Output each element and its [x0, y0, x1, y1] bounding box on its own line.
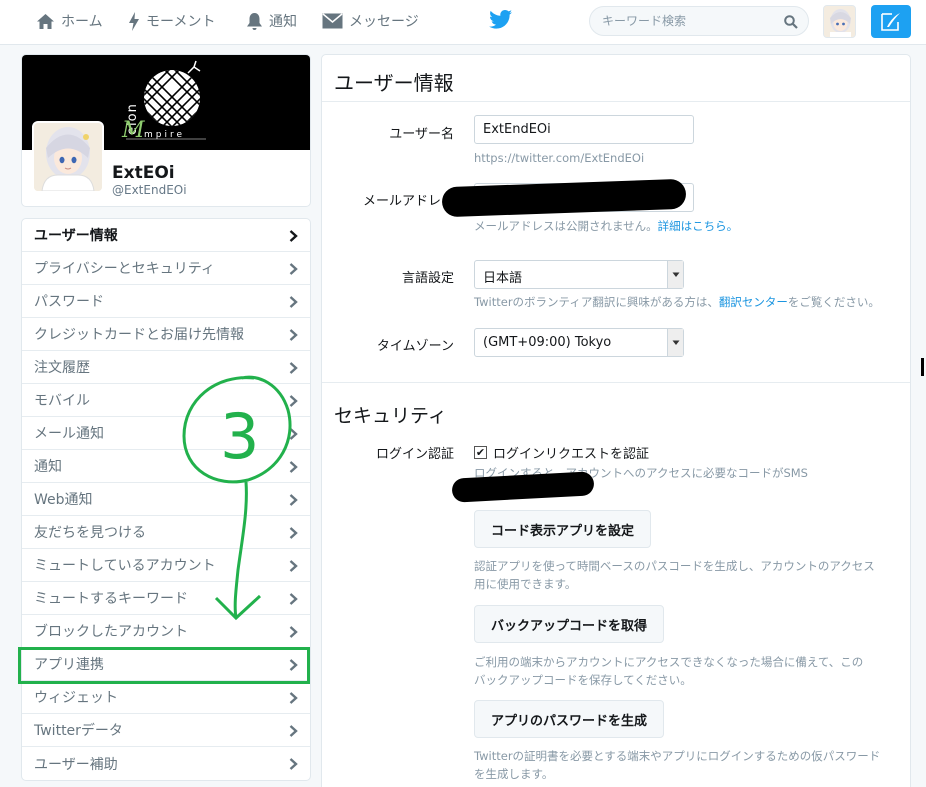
email-details-link[interactable]: 詳細はこちら。 — [658, 219, 739, 233]
divider — [322, 382, 910, 383]
language-hint: Twitterのボランティア翻訳に興味がある方は、翻訳センターをご覧ください。 — [474, 295, 880, 309]
timezone-label: タイムゾーン — [376, 339, 454, 354]
settings-menu-item-label: ブロックしたアカウント — [34, 624, 188, 640]
settings-menu-item-label: モバイル — [34, 393, 90, 409]
login-verification-checkbox[interactable]: ✔ ログインリクエストを認証 — [474, 443, 649, 462]
get-backup-code-button[interactable]: バックアップコードを取得 — [474, 605, 665, 643]
chevron-right-icon — [289, 626, 298, 638]
nav-home[interactable]: ホーム — [36, 0, 103, 42]
twitter-bird-logo-icon[interactable] — [489, 9, 513, 31]
setup-code-app-button[interactable]: コード表示アプリを設定 — [474, 510, 652, 548]
profile-url-hint: https://twitter.com/ExtEndEOi — [474, 151, 645, 165]
nav-moments[interactable]: モーメント — [128, 0, 215, 42]
nav-messages[interactable]: メッセージ — [322, 0, 419, 42]
settings-menu-item-label: ユーザー補助 — [34, 756, 118, 773]
svg-text:mpire: mpire — [144, 130, 185, 140]
settings-menu-item-label: メール通知 — [34, 426, 104, 442]
profile-handle[interactable]: @ExtEndEOi — [112, 183, 187, 197]
login-verification-checkbox-label: ログインリクエストを認証 — [493, 447, 650, 462]
settings-menu-item-label: プライバシーとセキュリティ — [34, 261, 215, 277]
settings-menu-item-label: ウィジェット — [34, 690, 118, 706]
bell-icon — [247, 12, 262, 30]
envelope-icon — [322, 13, 343, 29]
language-select-value: 日本語 — [483, 271, 523, 286]
profile-avatar[interactable] — [32, 121, 104, 193]
compose-tweet-button[interactable] — [871, 5, 911, 38]
settings-menu-item-label: Twitterデータ — [34, 723, 123, 739]
chevron-right-icon — [289, 296, 298, 308]
language-select[interactable]: 日本語 — [474, 260, 684, 289]
nav-notifications-label: 通知 — [269, 14, 297, 30]
quill-compose-icon — [881, 12, 900, 31]
annotation-step-number: 3 — [220, 400, 259, 473]
settings-menu-item-label: ミュートするキーワード — [34, 591, 188, 607]
search-box — [589, 6, 809, 36]
checkbox-checked-icon[interactable]: ✔ — [474, 446, 487, 459]
annotation-highlight-box — [18, 647, 310, 684]
text-cursor — [921, 358, 924, 376]
settings-menu-item[interactable]: ユーザー情報 — [22, 219, 310, 252]
settings-menu-item-label: 通知 — [34, 459, 62, 475]
settings-menu-item-label: 友だちを見つける — [34, 525, 146, 541]
settings-menu-item-label: 注文履歴 — [34, 360, 90, 376]
settings-menu-item-label: クレジットカードとお届け先情報 — [34, 327, 244, 343]
profile-name[interactable]: ExtEOi — [112, 163, 175, 183]
page-title: ユーザー情報 — [334, 71, 454, 95]
email-label: メールアドレス — [362, 194, 454, 209]
setup-code-app-hint: 認証アプリを使って時間ベースのパスコードを生成し、アカウントのアクセス 用に使用… — [474, 559, 875, 591]
email-hint: メールアドレスは公開されません。詳細はこちら。 — [474, 219, 739, 233]
profile-card[interactable]: elon M mpire ExtEOi @ExtEndEOi — [21, 54, 311, 207]
annotation-arrow-drawing: 3 — [182, 375, 292, 621]
chevron-right-icon — [289, 263, 298, 275]
nav-home-label: ホーム — [61, 14, 103, 30]
settings-menu-item[interactable]: クレジットカードとお届け先情報 — [22, 318, 310, 351]
settings-menu-item[interactable]: Twitterデータ — [22, 714, 310, 747]
settings-menu-item[interactable]: パスワード — [22, 285, 310, 318]
language-label: 言語設定 — [401, 271, 454, 286]
generate-app-password-button[interactable]: アプリのパスワードを生成 — [474, 700, 665, 738]
backup-code-hint: ご利用の端末からアカウントにアクセスできなくなった場合に備えて、この バックアッ… — [474, 655, 864, 687]
avatar — [824, 6, 855, 37]
home-icon — [37, 13, 54, 29]
lightning-icon — [129, 11, 139, 31]
search-icon[interactable] — [784, 15, 798, 29]
nav-notifications[interactable]: 通知 — [246, 0, 297, 42]
settings-menu-item[interactable]: ユーザー補助 — [22, 747, 310, 780]
login-verification-label: ログイン認証 — [375, 447, 454, 462]
settings-menu-item-label: Web通知 — [34, 492, 93, 508]
account-settings-panel: ユーザー情報 ユーザー名 https://twitter.com/ExtEndE… — [321, 54, 911, 787]
user-avatar-button[interactable] — [823, 5, 856, 38]
security-section-title: セキュリティ — [334, 405, 447, 427]
settings-menu-item[interactable]: ウィジェット — [22, 681, 310, 714]
chevron-down-icon — [667, 261, 683, 288]
divider — [322, 101, 910, 102]
settings-menu-item-label: ユーザー情報 — [34, 228, 118, 244]
chevron-right-icon — [289, 230, 298, 242]
top-navigation-bar: ホーム モーメント 通知 メッセージ — [0, 0, 926, 45]
settings-menu-item[interactable]: プライバシーとセキュリティ — [22, 252, 310, 285]
chevron-right-icon — [289, 692, 298, 704]
username-input[interactable] — [474, 115, 694, 144]
chevron-right-icon — [289, 725, 298, 737]
avatar — [34, 123, 102, 191]
nav-messages-label: メッセージ — [349, 14, 419, 30]
timezone-select[interactable]: (GMT+09:00) Tokyo — [474, 328, 684, 357]
nav-moments-label: モーメント — [146, 14, 216, 30]
settings-menu-item-label: パスワード — [34, 294, 104, 310]
chevron-right-icon — [289, 329, 298, 341]
translation-center-link[interactable]: 翻訳センター — [719, 295, 788, 309]
app-password-hint: Twitterの証明書を必要とする端末やアプリにログインするための仮パスワード … — [474, 749, 881, 781]
timezone-select-value: (GMT+09:00) Tokyo — [483, 335, 612, 350]
search-input[interactable] — [602, 12, 782, 30]
chevron-right-icon — [289, 758, 298, 770]
chevron-down-icon — [667, 329, 683, 356]
username-label: ユーザー名 — [389, 127, 454, 142]
